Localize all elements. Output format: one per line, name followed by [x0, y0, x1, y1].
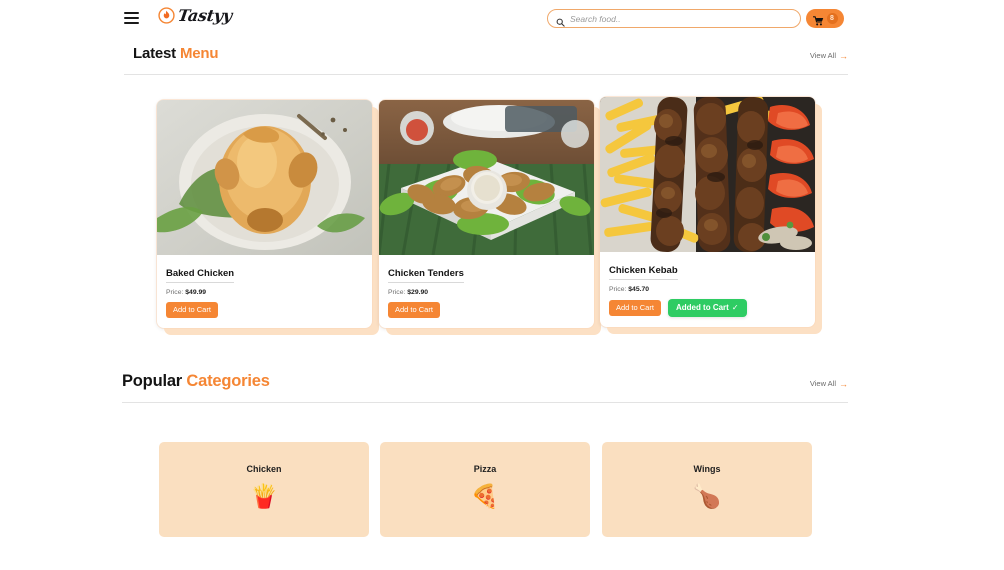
popular-categories-section-header: Popular Categories View All →	[122, 372, 848, 391]
food-card[interactable]: Baked Chicken Price: $49.99 Add to Cart	[157, 100, 372, 328]
popular-title-accent: Categories	[186, 372, 270, 390]
latest-menu-card-list: Baked Chicken Price: $49.99 Add to Cart	[0, 0, 1004, 330]
food-title: Chicken Kebab	[609, 265, 678, 280]
food-card-body: Baked Chicken Price: $49.99 Add to Cart	[157, 255, 372, 328]
price-label: Price:	[166, 289, 184, 296]
food-price: Price: $45.70	[609, 286, 806, 293]
price-value: $45.70	[628, 286, 650, 293]
food-card-actions: Add to Cart	[388, 302, 585, 318]
add-to-cart-button[interactable]: Add to Cart	[166, 302, 218, 318]
food-card[interactable]: Chicken Tenders Price: $29.90 Add to Car…	[379, 100, 594, 328]
price-label: Price:	[388, 289, 406, 296]
price-value: $49.99	[185, 289, 207, 296]
food-title: Chicken Tenders	[388, 268, 464, 283]
popular-title-primary: Popular	[122, 372, 183, 390]
food-card-actions: Add to Cart Added to Cart ✓	[609, 299, 806, 317]
popular-categories-title: Popular Categories	[122, 372, 270, 391]
pizza-slice-icon: 🍕	[470, 483, 500, 509]
food-image	[600, 97, 815, 252]
add-to-cart-button[interactable]: Add to Cart	[388, 302, 440, 318]
category-card-chicken[interactable]: Chicken 🍟	[159, 442, 369, 537]
popular-view-all-link[interactable]: View All →	[810, 379, 848, 389]
food-card-actions: Add to Cart	[166, 302, 363, 318]
food-card[interactable]: Chicken Kebab Price: $45.70 Add to Cart …	[600, 97, 815, 327]
food-price: Price: $29.90	[388, 289, 585, 296]
check-icon: ✓	[731, 303, 739, 312]
category-card-wings[interactable]: Wings 🍗	[602, 442, 812, 537]
category-card-pizza[interactable]: Pizza 🍕	[380, 442, 590, 537]
price-label: Price:	[609, 286, 627, 293]
added-to-cart-label: Added to Cart	[675, 303, 729, 312]
food-image	[157, 100, 372, 255]
food-image	[379, 100, 594, 255]
view-all-label: View All	[809, 379, 836, 388]
fries-drink-icon: 🍟	[249, 483, 279, 509]
food-card-body: Chicken Kebab Price: $45.70 Add to Cart …	[600, 252, 815, 327]
food-title: Baked Chicken	[166, 268, 235, 283]
category-label: Wings	[693, 464, 721, 474]
category-label: Pizza	[473, 464, 497, 474]
food-price: Price: $49.99	[166, 289, 363, 296]
added-to-cart-badge: Added to Cart ✓	[667, 299, 747, 317]
arrow-right-icon: →	[839, 378, 848, 389]
food-card-body: Chicken Tenders Price: $29.90 Add to Car…	[379, 255, 594, 328]
chicken-wings-icon: 🍗	[692, 483, 722, 509]
add-to-cart-button[interactable]: Add to Cart	[609, 300, 661, 316]
price-value: $29.90	[407, 289, 429, 296]
app-page: Tastyy 8	[0, 0, 1004, 570]
category-label: Chicken	[246, 464, 282, 474]
popular-section-divider	[122, 402, 848, 403]
